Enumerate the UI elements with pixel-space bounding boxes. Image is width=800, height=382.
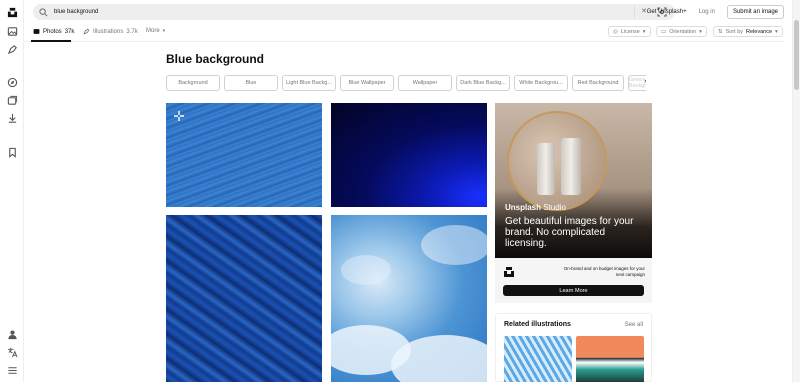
tab-illustrations-count: 3.7k [126,28,138,35]
see-all-link[interactable]: See all [625,322,643,328]
license-filter[interactable]: ◎ License ▾ [608,26,651,37]
ad-subtext: On-brand and on budget images for your n… [563,266,645,277]
ad-brand-name: Unsplash [505,203,542,212]
chip-background[interactable]: Background [166,75,220,91]
ad-brand: Unsplash Studio [505,203,566,212]
chevron-right-icon[interactable]: › [644,78,646,85]
ad-brand-suffix: Studio [543,203,566,212]
tab-photos[interactable]: Photos 37k [33,28,74,35]
related-search-chips: Background Blue Light Blue Backg... Blue… [166,75,646,91]
bookmark-icon[interactable] [6,146,18,158]
cloud [341,255,391,285]
chevron-down-icon: ▾ [642,28,646,35]
learn-more-button[interactable]: Learn More [503,285,644,296]
chip-blue[interactable]: Blue [224,75,278,91]
tab-more-label: More [146,28,160,34]
sort-value: Relevance [746,28,773,35]
divider [633,6,635,18]
chip-blue-wallpaper[interactable]: Blue Wallpaper [340,75,394,91]
unsplash-studio-ad[interactable]: Unsplash Studio Get beautiful images for… [495,103,652,303]
photo-blue-sky-clouds[interactable] [331,215,487,382]
menu-icon[interactable] [6,364,18,376]
search-icon [39,7,48,16]
chip-light-blue-background[interactable]: Light Blue Backg... [282,75,336,91]
search-bar[interactable]: blue background ✕ [33,4,675,20]
tab-more[interactable]: More ▾ [146,28,165,34]
orientation-label: Orientation [669,28,697,35]
chip-wallpaper[interactable]: Wallpaper [398,75,452,91]
sort-filter[interactable]: ⇅ Sort by Relevance ▾ [713,26,783,37]
explore-icon[interactable] [6,76,18,88]
illustrations-tab-icon [83,28,90,35]
sidebar [0,0,24,382]
sort-prefix: Sort by [725,28,744,35]
top-bar: blue background ✕ Get Unsplash+ Log in S… [24,0,800,24]
unsplash-plus-badge-icon [174,111,184,121]
tab-illustrations-label: Illustrations [93,28,124,35]
related-title: Related illustrations [504,321,571,328]
unsplash-logo-icon[interactable] [6,6,18,18]
submit-image-button[interactable]: Submit an image [726,5,784,19]
license-icon: ◎ [613,28,618,35]
ad-headline: Get beautiful images for your brand. No … [505,216,634,249]
tab-illustrations[interactable]: Illustrations 3.7k [83,28,138,35]
user-icon[interactable] [6,328,18,340]
chip-dark-blue-background[interactable]: Dark Blue Backg... [456,75,510,91]
photo-dark-blue-gradient[interactable] [331,103,487,207]
license-label: License [620,28,640,35]
illustration-thumbnail[interactable] [576,336,644,382]
scrollbar-thumb[interactable] [794,20,799,90]
get-unsplash-plus-link[interactable]: Get Unsplash+ [647,9,687,15]
page-title: Blue background [166,52,265,66]
header-nav: Get Unsplash+ Log in Submit an image [633,5,784,19]
download-icon[interactable] [6,112,18,124]
orientation-icon: ▭ [661,28,667,35]
photos-tab-icon [33,29,40,34]
cloud [421,225,487,265]
mirror-shape [507,111,607,211]
chevron-down-icon: ▾ [775,28,778,35]
tab-photos-count: 37k [64,28,75,35]
sub-nav: Photos 37k Illustrations 3.7k More ▾ ◎ L… [24,24,784,42]
search-input[interactable]: blue background [54,9,98,15]
related-illustrations: Related illustrations See all [495,313,652,382]
illustration-icon[interactable] [6,43,18,55]
chip-white-background[interactable]: White Backgrou... [514,75,568,91]
page-scrollbar[interactable] [792,0,800,382]
unsplash-logo-icon [504,267,514,277]
orientation-filter[interactable]: ▭ Orientation ▾ [656,26,707,37]
bottle-shape [537,143,555,195]
tab-photos-label: Photos [43,28,62,35]
collections-icon[interactable] [6,94,18,106]
language-icon[interactable] [6,346,18,358]
login-link[interactable]: Log in [699,9,715,15]
photos-icon[interactable] [6,25,18,37]
active-tab-indicator [31,40,71,42]
chevron-down-icon: ▾ [699,28,702,35]
photo-blue-marble-waves[interactable] [166,215,322,382]
illustration-thumbnail[interactable] [504,336,572,382]
chevron-down-icon: ▾ [162,28,166,34]
bottle-shape [561,138,581,195]
photo-blue-water-texture[interactable] [166,103,322,207]
chip-red-background[interactable]: Red Background [572,75,624,91]
sort-icon: ⇅ [718,28,723,35]
